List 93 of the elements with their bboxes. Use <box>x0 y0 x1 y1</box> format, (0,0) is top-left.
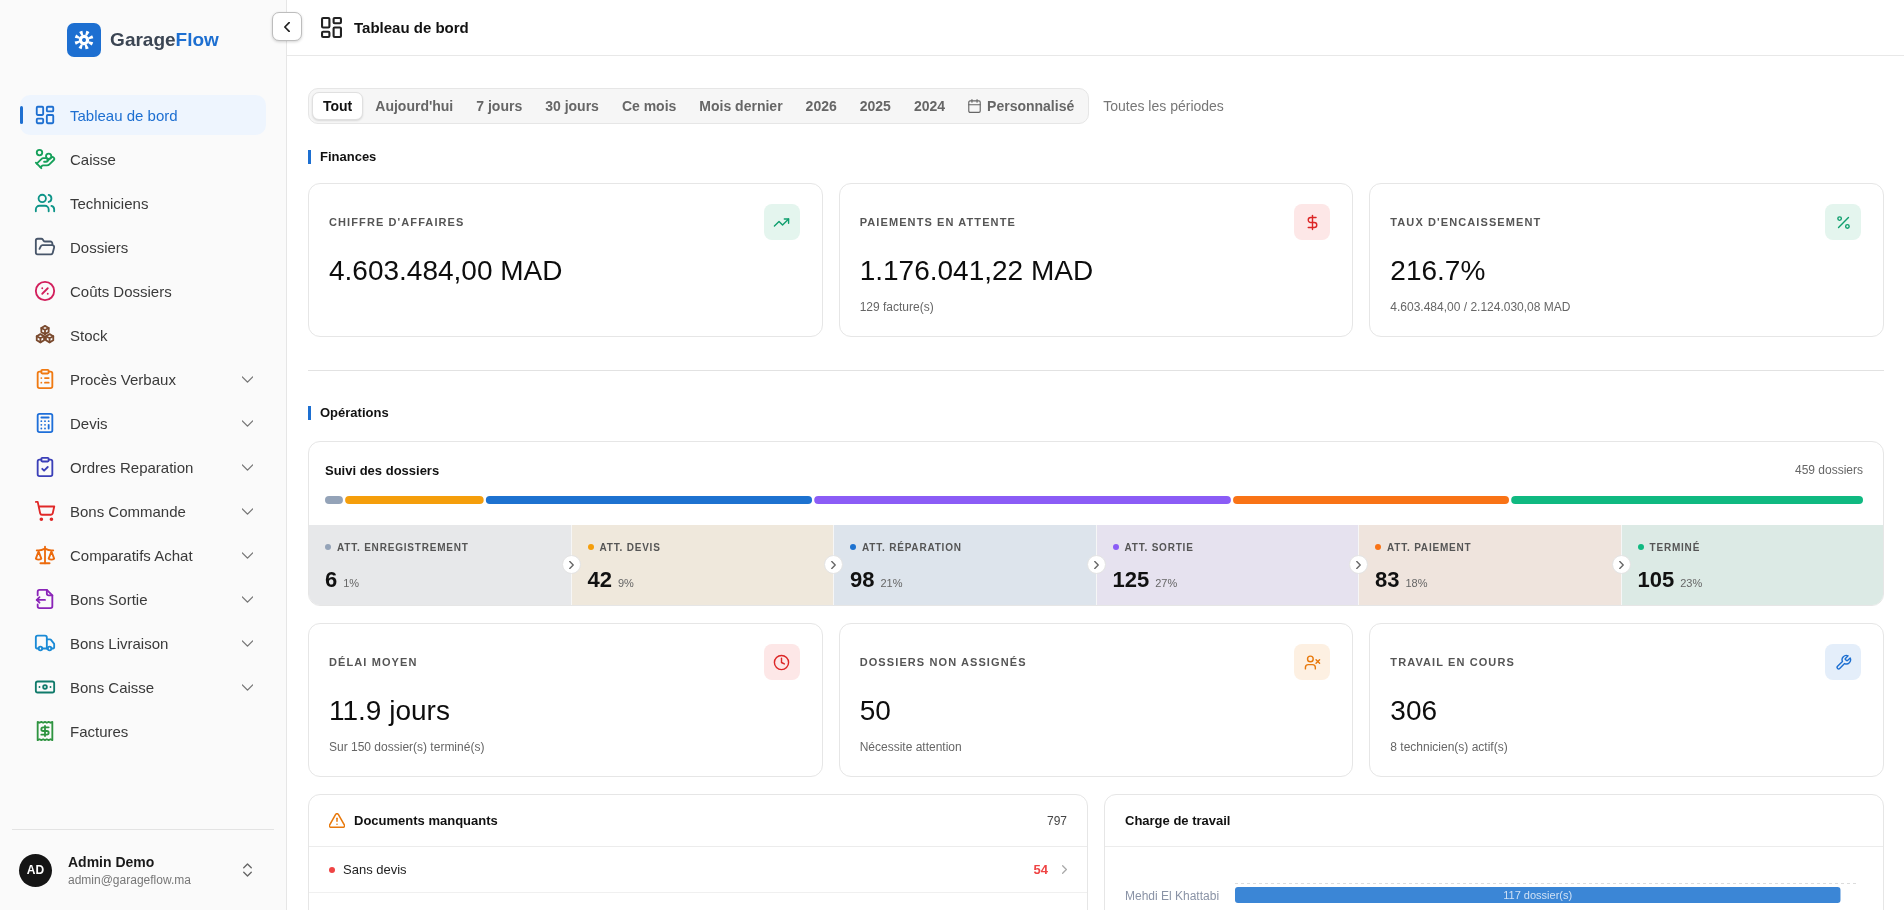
sidebar-item[interactable]: Procès Verbaux <box>20 359 266 399</box>
user-email: admin@garageflow.ma <box>68 872 191 887</box>
stat-subtext: 8 technicien(s) actif(s) <box>1390 739 1508 755</box>
stage-label: ATT. SORTIE <box>1124 541 1194 553</box>
period-tab[interactable]: Mois dernier <box>688 92 794 120</box>
period-tab[interactable]: Aujourd'hui <box>364 92 465 120</box>
clock-icon <box>763 644 800 680</box>
period-tab[interactable]: 2024 <box>902 92 957 120</box>
percent-icon <box>1825 204 1861 240</box>
stat-label: TRAVAIL EN COURS <box>1390 656 1515 668</box>
sidebar-item[interactable]: Techniciens <box>20 183 266 223</box>
stat-label: CHIFFRE D'AFFAIRES <box>329 216 465 228</box>
stat-label: DÉLAI MOYEN <box>329 656 418 668</box>
sidebar-item[interactable]: Devis <box>20 403 266 443</box>
period-tab[interactable]: 2026 <box>794 92 848 120</box>
sidebar-item[interactable]: Bons Livraison <box>20 623 266 663</box>
stat-label: PAIEMENTS EN ATTENTE <box>859 216 1016 228</box>
sidebar-item[interactable]: Coûts Dossiers <box>20 271 266 311</box>
stage-label: ATT. RÉPARATION <box>862 541 962 553</box>
row-label: Sans devis <box>343 862 408 877</box>
period-tab[interactable]: 2025 <box>848 92 902 120</box>
stage-share: 9% <box>618 577 634 589</box>
stat-label: DOSSIERS NON ASSIGNÉS <box>859 656 1027 668</box>
calendar-icon <box>968 99 982 113</box>
panel-title: Charge de travail <box>1125 813 1231 828</box>
sidebar-item[interactable]: Bons Commande <box>20 491 266 531</box>
stat-subtext: Nécessite attention <box>859 739 962 755</box>
page-title: Tableau de bord <box>354 19 469 36</box>
user-avatar: AD <box>19 853 52 887</box>
stat-value: 1.176.041,22 MAD <box>859 254 1094 288</box>
section-title: Opérations <box>308 406 389 420</box>
period-tab[interactable]: Tout <box>312 92 364 120</box>
brand-name: GarageFlow <box>110 29 219 51</box>
stage-share: 23% <box>1680 577 1703 589</box>
stage-count: 42 <box>587 567 612 593</box>
row-count: 54 <box>1033 862 1048 877</box>
stat-value: 4.603.484,00 MAD <box>329 254 563 288</box>
sidebar-item[interactable]: Factures <box>20 711 266 751</box>
sidebar-item[interactable]: Tableau de bord <box>20 95 266 135</box>
dashboard-grid-icon <box>321 17 342 38</box>
user-x-icon <box>1294 644 1331 680</box>
period-tab[interactable]: Ce mois <box>610 92 688 120</box>
stage-count: 98 <box>850 567 875 593</box>
stage-label: TERMINÉ <box>1649 541 1701 553</box>
category-label: Mehdi El Khattabi <box>1125 888 1221 903</box>
stage-label: ATT. DEVIS <box>599 541 661 553</box>
stat-value: 216.7% <box>1390 254 1486 288</box>
stage-label: ATT. ENREGISTREMENT <box>337 541 469 553</box>
sidebar-item[interactable]: Bons Sortie <box>20 579 266 619</box>
stage-count: 6 <box>325 567 338 593</box>
sidebar-item[interactable]: Dossiers <box>20 227 266 267</box>
collapse-sidebar-button[interactable] <box>272 12 302 41</box>
dollar-icon <box>1294 204 1331 240</box>
period-tab[interactable]: 30 jours <box>534 92 610 120</box>
section-title: Finances <box>308 150 377 164</box>
stat-label: TAUX D'ENCAISSEMENT <box>1390 216 1542 228</box>
distribution-segment <box>325 496 343 504</box>
sidebar-item[interactable]: Ordres Reparation <box>20 447 266 487</box>
gear-logo-icon <box>67 23 102 57</box>
bar-value-label: 117 dossier(s) <box>1503 889 1573 901</box>
total-count: 459 dossiers <box>1794 463 1863 477</box>
period-summary: Toutes les périodes <box>1103 98 1224 114</box>
list-row[interactable]: Sans devis 54 <box>309 847 1087 893</box>
sidebar-item[interactable]: Stock <box>20 315 266 355</box>
stat-subtext: Sur 150 dossier(s) terminé(s) <box>329 739 485 755</box>
stage-count: 125 <box>1112 567 1150 593</box>
stat-value: 50 <box>859 694 891 728</box>
wrench-icon <box>1825 644 1861 680</box>
period-tab[interactable]: 7 jours <box>465 92 534 120</box>
user-name: Admin Demo <box>68 853 155 870</box>
chevrons-up-down-icon[interactable] <box>243 863 252 877</box>
stat-subtext: 4.603.484,00 / 2.124.030,08 MAD <box>1390 299 1571 315</box>
card-title: Suivi des dossiers <box>325 462 440 478</box>
stage-share: 27% <box>1155 577 1178 589</box>
warning-icon <box>329 813 345 828</box>
stage-count: 105 <box>1637 567 1675 593</box>
stage-label: ATT. PAIEMENT <box>1387 541 1472 553</box>
stage-count: 83 <box>1375 567 1400 593</box>
chevron-right-icon <box>1062 865 1067 874</box>
sidebar-item[interactable]: Comparatifs Achat <box>20 535 266 575</box>
stat-subtext: 129 facture(s) <box>859 299 934 315</box>
stat-value: 306 <box>1390 694 1438 728</box>
stage-share: 1% <box>343 577 360 589</box>
stat-value: 11.9 jours <box>329 694 450 728</box>
period-tab[interactable]: Personnalisé <box>957 92 1086 120</box>
chevron-left-icon <box>284 21 290 32</box>
panel-title: Documents manquants <box>354 813 498 828</box>
total-count: 797 <box>1046 813 1067 828</box>
stage-share: 21% <box>880 577 903 589</box>
sidebar-item[interactable]: Bons Caisse <box>20 667 266 707</box>
stage-share: 18% <box>1405 577 1428 589</box>
trend-up-icon <box>763 204 800 240</box>
sidebar-item[interactable]: Caisse <box>20 139 266 179</box>
